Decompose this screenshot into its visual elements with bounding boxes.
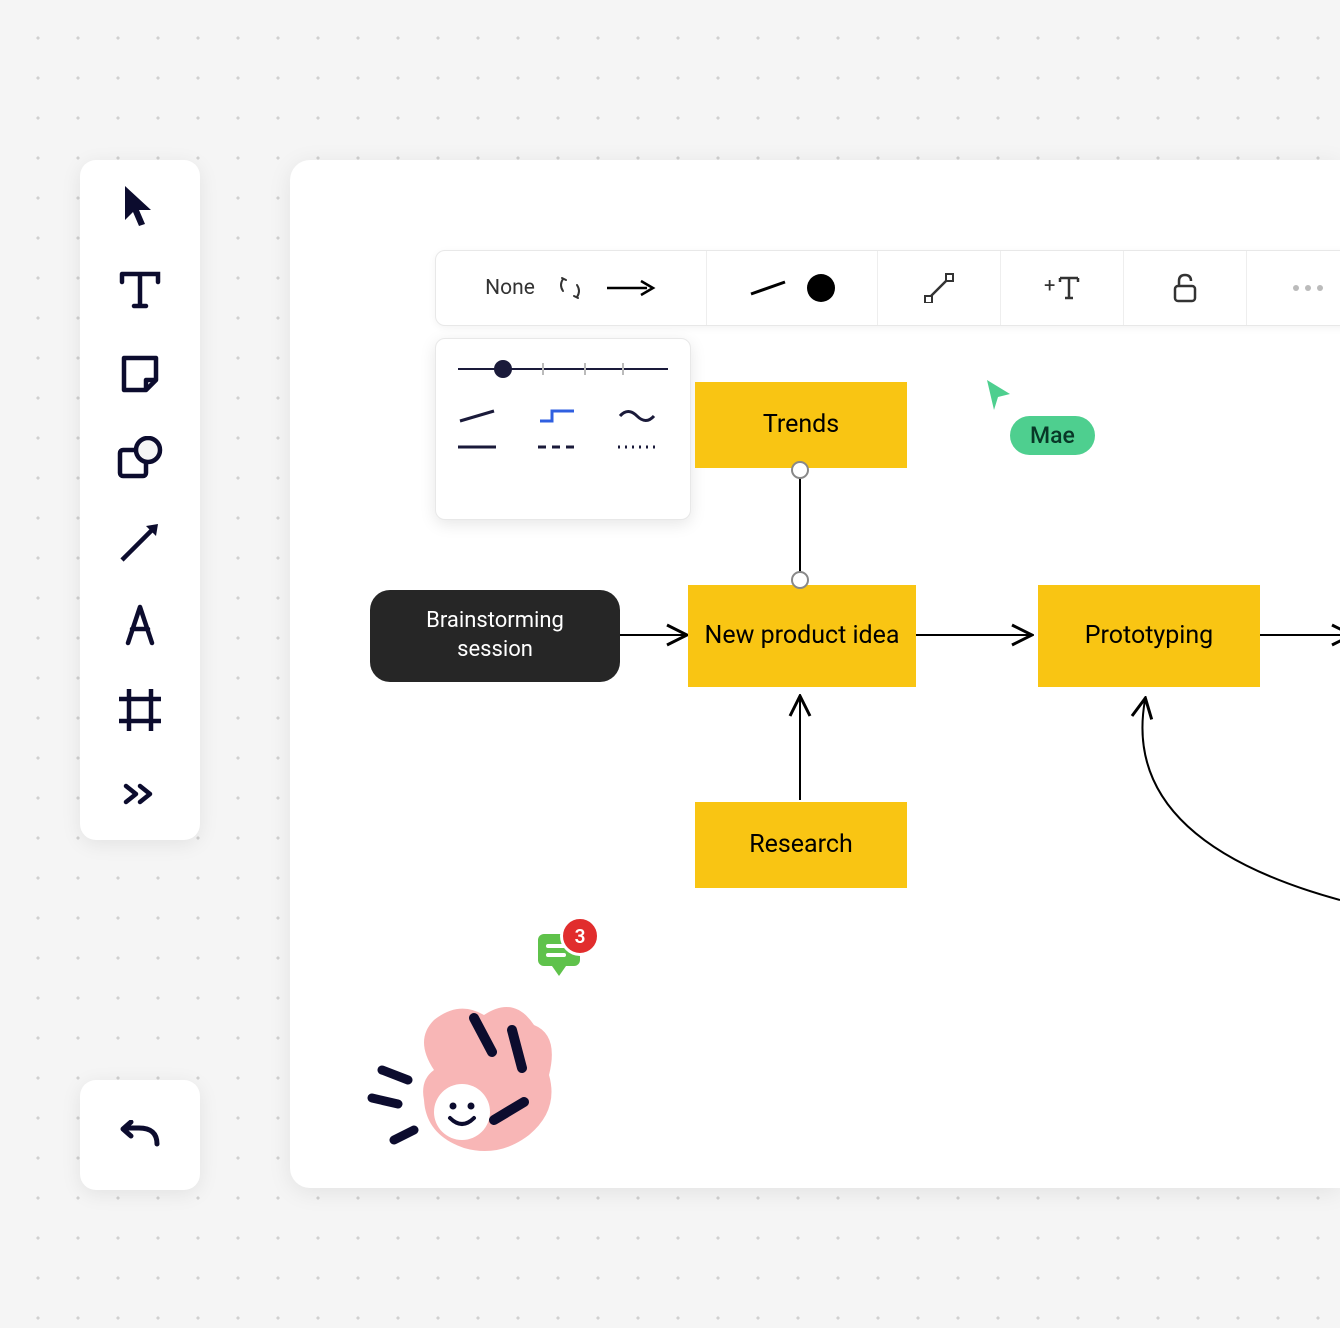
line-curve-option[interactable] <box>618 407 656 425</box>
side-toolbar <box>80 160 200 840</box>
select-tool[interactable] <box>112 178 168 234</box>
node-trends[interactable]: Trends <box>695 382 907 468</box>
node-research[interactable]: Research <box>695 802 907 888</box>
comment-indicator[interactable]: 3 <box>534 930 584 978</box>
add-text-icon: + <box>1044 274 1080 302</box>
more-tools[interactable] <box>112 766 168 822</box>
cursor-icon <box>984 378 1014 412</box>
line-dashed-option[interactable] <box>538 445 576 449</box>
connector-handle[interactable] <box>791 461 809 479</box>
line-icon <box>749 278 787 298</box>
pen-tool[interactable] <box>112 598 168 654</box>
line-dotted-option[interactable] <box>618 445 656 449</box>
more-options-button[interactable] <box>1247 251 1340 325</box>
transform-button[interactable] <box>878 251 1001 325</box>
shape-tool[interactable] <box>112 430 168 486</box>
connector-tool[interactable] <box>112 514 168 570</box>
arrow-start-label: None <box>485 276 535 300</box>
collaborator-name: Mae <box>1010 416 1095 455</box>
line-solid-option[interactable] <box>458 445 496 449</box>
arrow-endcaps-button[interactable]: None <box>436 251 707 325</box>
line-weight-slider[interactable] <box>458 359 668 379</box>
add-text-button[interactable]: + <box>1001 251 1124 325</box>
unlock-icon <box>1172 273 1198 303</box>
arrow-end-icon <box>605 278 657 298</box>
line-style-button[interactable] <box>707 251 878 325</box>
comment-count: 3 <box>560 916 600 956</box>
svg-text:+: + <box>1044 274 1055 297</box>
undo-button[interactable] <box>80 1080 200 1190</box>
whiteboard-canvas[interactable]: None + <box>290 160 1340 1188</box>
swap-icon <box>557 275 583 301</box>
line-style-popup <box>435 338 691 520</box>
lock-button[interactable] <box>1124 251 1247 325</box>
ellipsis-icon <box>1291 284 1325 292</box>
text-tool[interactable] <box>112 262 168 318</box>
ok-hand-sticker[interactable] <box>364 980 564 1170</box>
node-new-idea[interactable]: New product idea <box>688 585 916 687</box>
line-step-option[interactable] <box>538 407 576 425</box>
color-dot-icon <box>807 274 835 302</box>
node-prototyping[interactable]: Prototyping <box>1038 585 1260 687</box>
frame-tool[interactable] <box>112 682 168 738</box>
sticky-tool[interactable] <box>112 346 168 402</box>
node-brainstorming[interactable]: Brainstorming session <box>370 590 620 682</box>
connector-handle[interactable] <box>791 571 809 589</box>
context-toolbar: None + <box>435 250 1340 326</box>
transform-icon <box>924 273 954 303</box>
collaborator-cursor: Mae <box>984 378 1095 455</box>
line-straight-option[interactable] <box>458 407 496 425</box>
